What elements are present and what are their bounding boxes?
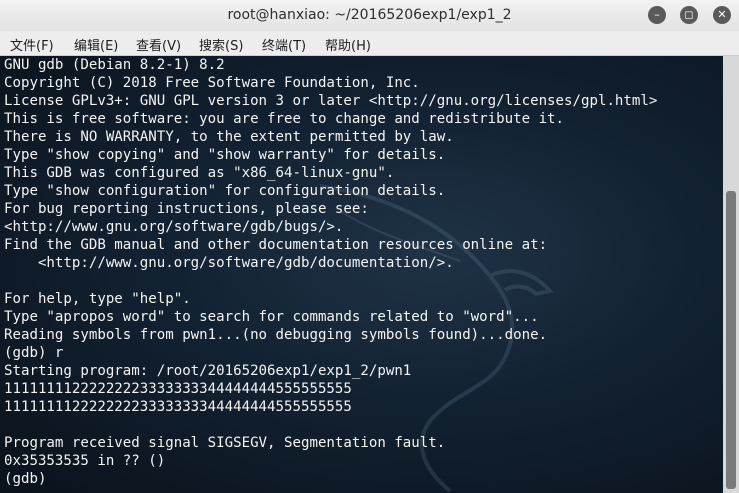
terminal-line: Copyright (C) 2018 Free Software Foundat… xyxy=(4,75,420,91)
terminal-lines: GNU gdb (Debian 8.2-1) 8.2 Copyright (C) … xyxy=(4,56,657,488)
terminal-line: License GPLv3+: GNU GPL version 3 or lat… xyxy=(4,93,658,109)
terminal-line: This is free software: you are free to c… xyxy=(4,111,565,127)
terminal-line: 1111111122222222333333334444444455555555… xyxy=(4,399,352,415)
menu-edit[interactable]: 编辑(E) xyxy=(74,35,118,54)
maximize-button[interactable]: ◻ xyxy=(680,6,698,24)
terminal-line: 0x35353535 in ?? () xyxy=(4,453,166,469)
terminal-output[interactable]: GNU gdb (Debian 8.2-1) 8.2 Copyright (C) … xyxy=(0,56,723,493)
terminal-line: There is NO WARRANTY, to the extent perm… xyxy=(4,129,454,145)
menu-view[interactable]: 查看(V) xyxy=(136,35,181,54)
terminal-line: Starting program: /root/20165206exp1/exp… xyxy=(4,363,412,379)
terminal-line: Program received signal SIGSEGV, Segment… xyxy=(4,435,446,451)
scrollbar-thumb[interactable] xyxy=(726,191,736,489)
menu-bar: 文件(F) 编辑(E) 查看(V) 搜索(S) 终端(T) 帮助(H) xyxy=(0,31,739,56)
terminal-line: Find the GDB manual and other documentat… xyxy=(4,237,548,253)
menu-file[interactable]: 文件(F) xyxy=(10,35,54,54)
title-bar[interactable]: root@hanxiao: ~/20165206exp1/exp1_2 – ◻ … xyxy=(0,0,739,31)
menu-search[interactable]: 搜索(S) xyxy=(199,35,243,54)
terminal-line: Type "apropos word" to search for comman… xyxy=(4,309,539,325)
terminal-line: For help, type "help". xyxy=(4,291,191,307)
menu-help[interactable]: 帮助(H) xyxy=(325,35,371,54)
terminal-line: (gdb) r xyxy=(4,345,64,361)
terminal-line: GNU gdb (Debian 8.2-1) 8.2 xyxy=(4,57,225,73)
close-button[interactable]: ✕ xyxy=(713,6,731,24)
terminal-line: Type "show copying" and "show warranty" … xyxy=(4,147,446,163)
terminal-window: root@hanxiao: ~/20165206exp1/exp1_2 – ◻ … xyxy=(0,0,739,493)
vertical-scrollbar[interactable] xyxy=(723,56,739,493)
terminal-line: <http://www.gnu.org/software/gdb/documen… xyxy=(4,255,454,271)
terminal-line: <http://www.gnu.org/software/gdb/bugs/>. xyxy=(4,219,344,235)
minimize-button[interactable]: – xyxy=(648,6,666,24)
terminal-line: This GDB was configured as "x86_64-linux… xyxy=(4,165,395,181)
window-title: root@hanxiao: ~/20165206exp1/exp1_2 xyxy=(227,7,512,23)
terminal-line: Reading symbols from pwn1...(no debuggin… xyxy=(4,327,548,343)
menu-terminal[interactable]: 终端(T) xyxy=(262,35,306,54)
terminal-line: Type "show configuration" for configurat… xyxy=(4,183,446,199)
terminal-line: (gdb) xyxy=(4,471,55,487)
terminal-line: For bug reporting instructions, please s… xyxy=(4,201,369,217)
terminal-line: 1111111122222222333333334444444455555555… xyxy=(4,381,352,397)
